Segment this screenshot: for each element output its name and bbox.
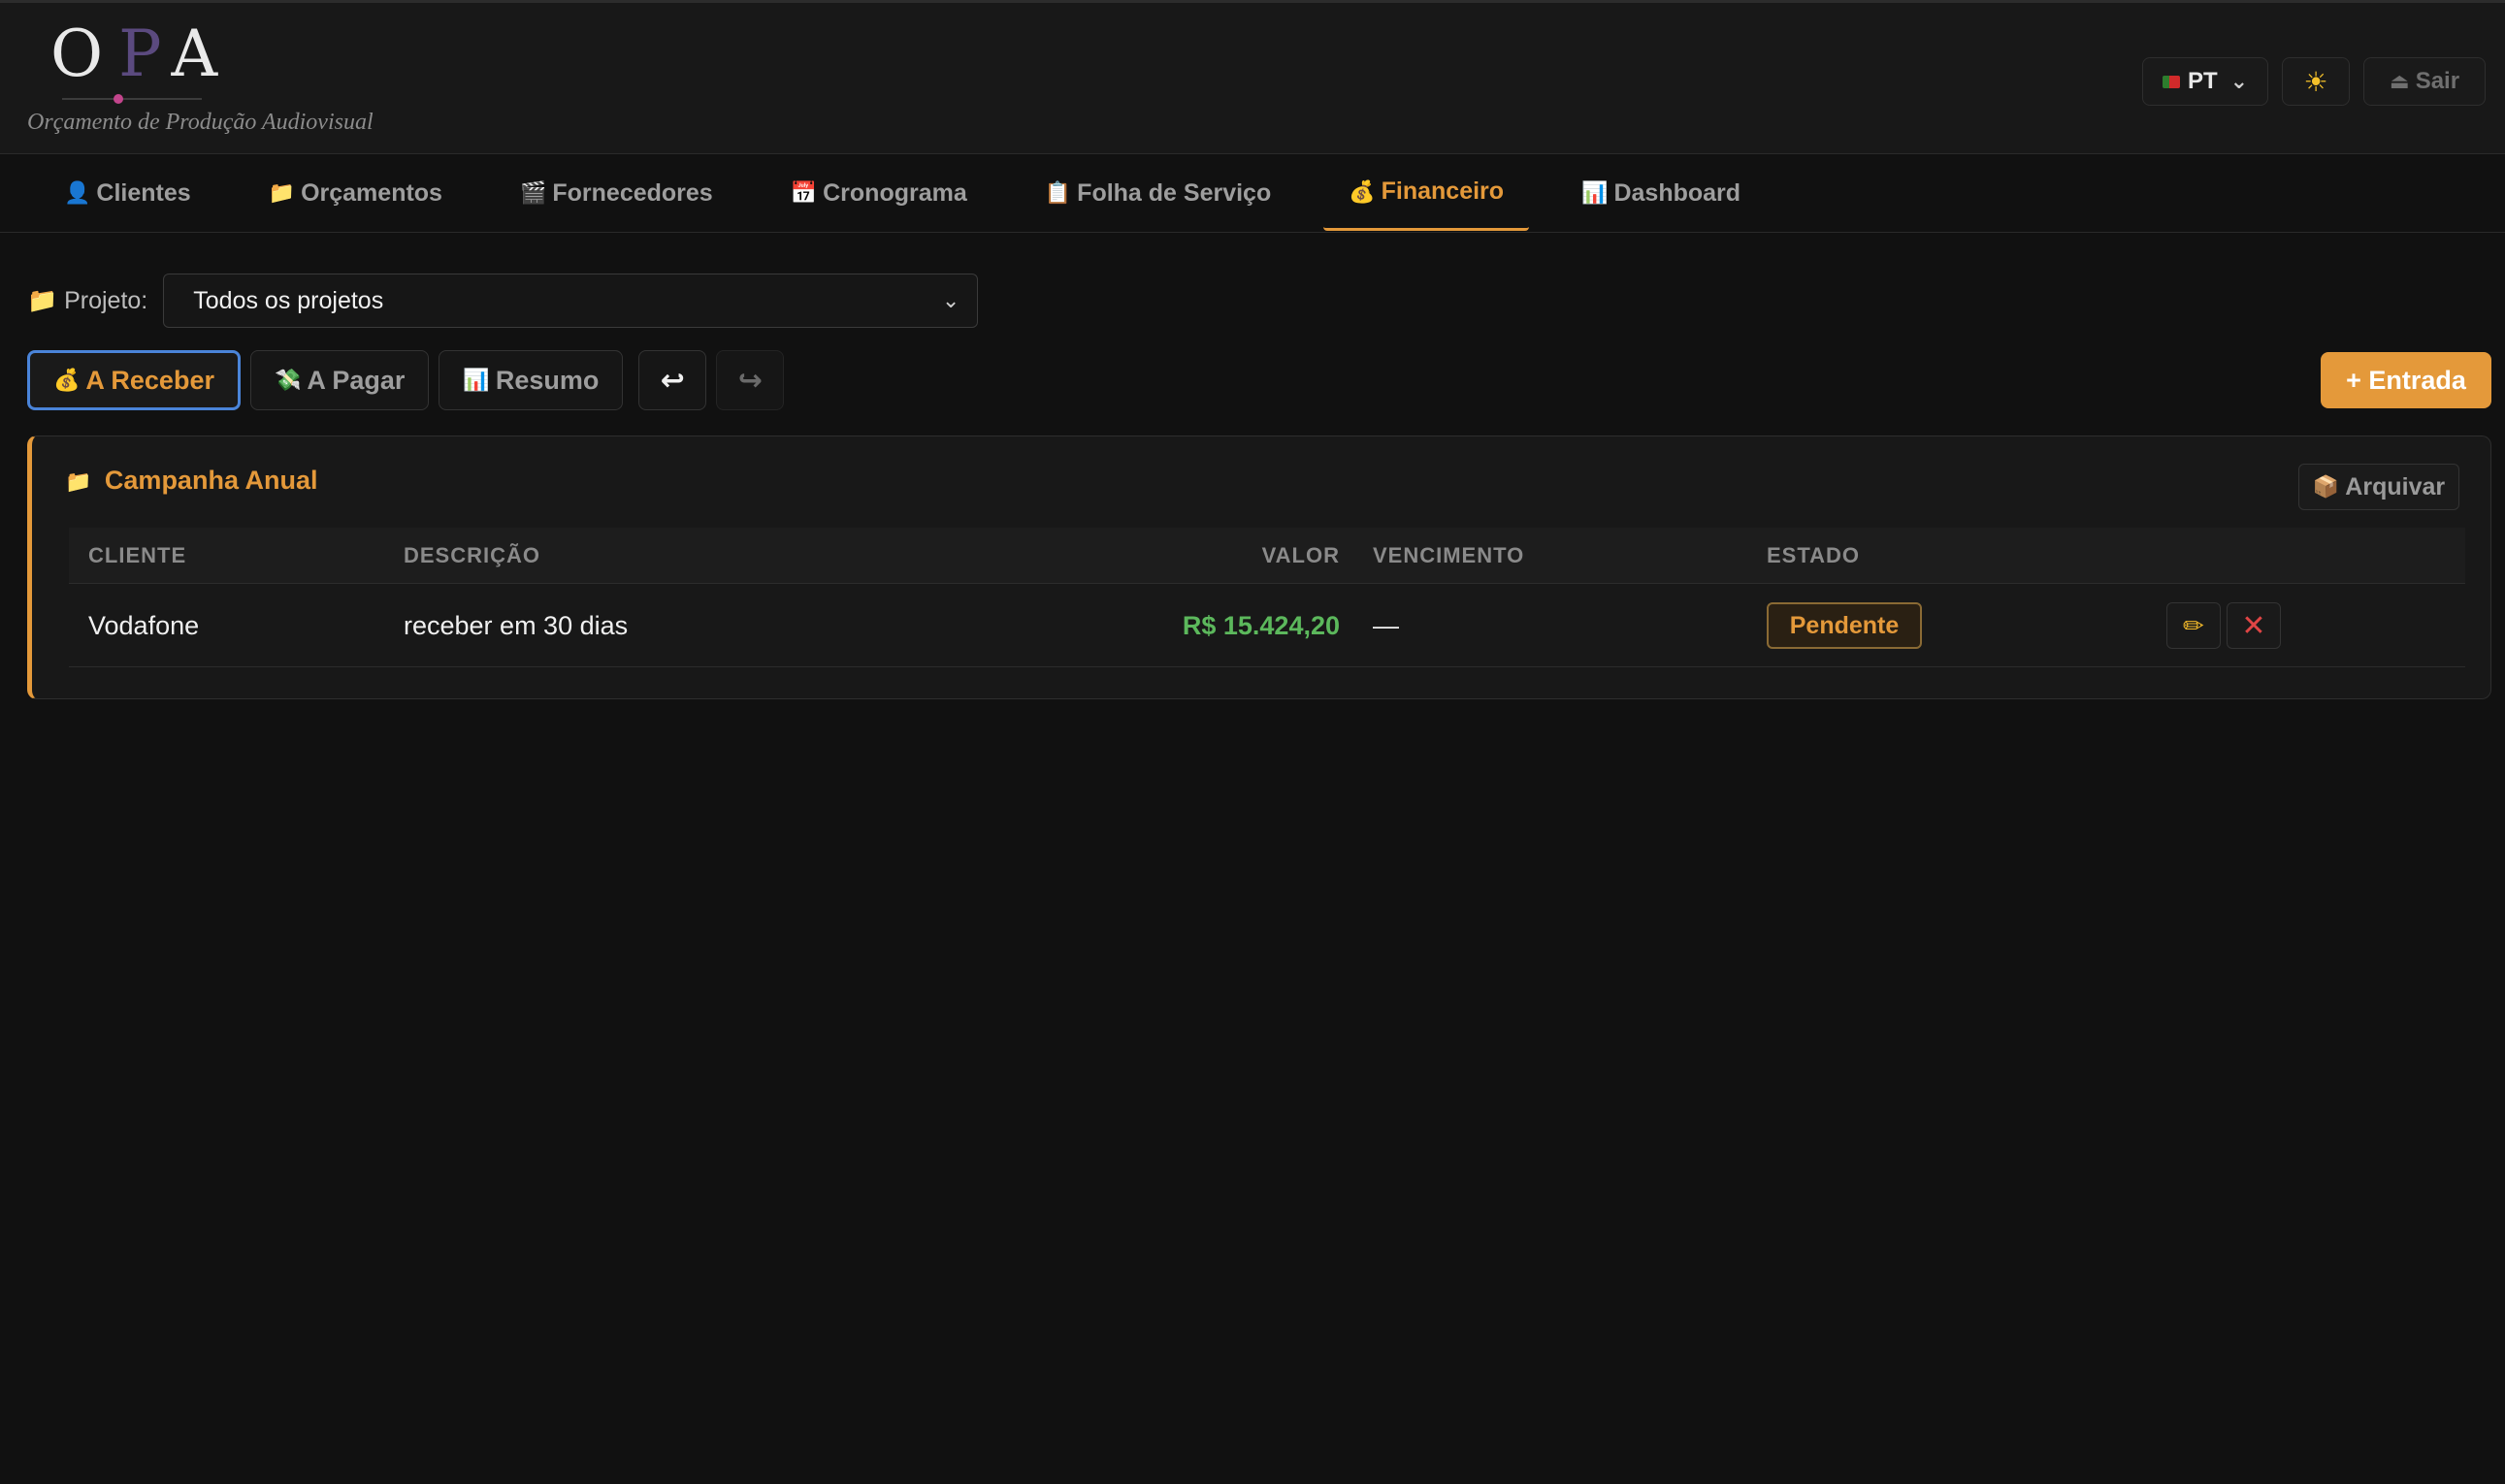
subtab-label: Resumo [495,365,600,395]
theme-toggle-button[interactable]: ☀ [2282,57,2350,106]
subtab-a-receber[interactable]: 💰 A Receber [27,350,241,410]
chevron-down-icon: ⌄ [941,288,960,312]
logout-label: Sair [2415,68,2460,94]
money-wings-icon: 💸 [274,368,302,392]
logo-letter-a: A [171,16,234,91]
logo-letter-p: P [118,16,172,91]
main-tabs: 👤 Clientes 📁 Orçamentos 🎬 Fornecedores 📅… [39,155,1793,233]
language-label: PT [2188,68,2218,94]
logout-button[interactable]: ⏏ Sair [2363,57,2486,106]
logo: OPA Orçamento de Produção Audiovisual [27,22,374,136]
tab-financeiro[interactable]: 💰 Financeiro [1323,155,1530,231]
tab-clientes[interactable]: 👤 Clientes [39,155,216,231]
add-entry-button[interactable]: + Entrada [2321,352,2491,408]
table-header: CLIENTE DESCRIÇÃO VALOR VENCIMENTO ESTAD… [69,528,2465,584]
logo-letter-o: O [50,16,119,91]
header: OPA Orçamento de Produção Audiovisual PT… [0,0,2505,154]
door-icon: ⏏ [2389,69,2410,93]
column-header-vencimento: VENCIMENTO [1373,542,1525,567]
logo-subtitle: Orçamento de Produção Audiovisual [27,110,374,135]
project-filter: 📁 Projeto: Todos os projetos ⌄ [27,274,979,328]
money-bag-icon: 💰 [53,368,81,392]
close-icon: ✕ [2241,609,2266,642]
receivables-table: CLIENTE DESCRIÇÃO VALOR VENCIMENTO ESTAD… [69,528,2465,667]
project-name: Campanha Anual [104,466,318,495]
project-card-title: 📁 Campanha Anual [65,466,317,496]
project-card: 📁 Campanha Anual 📦 Arquivar CLIENTE DESC… [27,436,2491,699]
folder-icon: 📁 [27,286,58,314]
logo-wordmark: OPA [27,22,233,86]
column-header-valor: VALOR [1261,542,1340,567]
project-filter-label: 📁 Projeto: [27,287,147,315]
redo-button[interactable]: ↪ [716,350,785,410]
portugal-flag-icon [2163,76,2180,89]
clipboard-icon: 📋 [1044,180,1072,205]
subtab-label: A Receber [85,365,214,395]
tab-label: Folha de Serviço [1077,178,1272,207]
delete-button[interactable]: ✕ [2227,602,2281,649]
project-select[interactable]: Todos os projetos ⌄ [163,274,979,328]
logo-dot [114,94,123,104]
subtab-a-pagar[interactable]: 💸 A Pagar [249,350,430,410]
tab-orcamentos[interactable]: 📁 Orçamentos [244,155,468,231]
cell-vencimento: — [1373,611,1399,640]
archive-button[interactable]: 📦 Arquivar [2298,464,2459,510]
sun-icon: ☀ [2303,66,2328,97]
chevron-down-icon: ⌄ [2229,69,2248,93]
package-icon: 📦 [2312,474,2340,499]
user-icon: 👤 [64,180,91,205]
tab-label: Clientes [96,178,191,207]
redo-icon: ↪ [737,364,763,397]
bar-chart-icon: 📊 [463,368,490,392]
header-actions: PT ⌄ ☀ ⏏ Sair [2142,57,2486,106]
column-header-cliente: CLIENTE [88,542,187,567]
cell-descricao: receber em 30 dias [404,611,629,640]
status-badge[interactable]: Pendente [1767,602,1922,649]
folder-icon: 📁 [268,180,296,205]
cell-valor: R$ 15.424,20 [1182,611,1340,640]
tab-label: Financeiro [1381,177,1505,205]
undo-icon: ↩ [660,364,685,397]
cell-cliente: Vodafone [88,611,200,640]
clapperboard-icon: 🎬 [519,180,547,205]
tabs-divider [0,232,2505,233]
tab-cronograma[interactable]: 📅 Cronograma [765,155,992,231]
tab-fornecedores[interactable]: 🎬 Fornecedores [495,155,738,231]
logo-divider [62,98,202,100]
language-select[interactable]: PT ⌄ [2142,57,2268,106]
calendar-icon: 📅 [790,180,818,205]
archive-label: Arquivar [2345,472,2446,500]
column-header-descricao: DESCRIÇÃO [404,542,541,567]
language-value: PT [2163,68,2218,95]
tab-label: Cronograma [823,178,967,207]
bar-chart-icon: 📊 [1581,180,1609,205]
folder-icon: 📁 [65,469,92,494]
app-root: OPA Orçamento de Produção Audiovisual PT… [0,0,2505,1484]
project-label-text: Projeto: [64,286,148,314]
project-select-value: Todos os projetos [193,286,384,314]
tab-label: Orçamentos [301,178,442,207]
tab-label: Fornecedores [552,178,713,207]
table-row: Vodafone receber em 30 dias R$ 15.424,20… [69,584,2465,667]
tab-label: Dashboard [1613,178,1741,207]
finance-subtabs: 💰 A Receber 💸 A Pagar 📊 Resumo ↩ ↪ [27,350,794,410]
undo-button[interactable]: ↩ [638,350,707,410]
money-bag-icon: 💰 [1349,178,1376,204]
pencil-icon: ✏ [2183,610,2204,640]
tab-folha-de-servico[interactable]: 📋 Folha de Serviço [1020,155,1296,231]
tab-dashboard[interactable]: 📊 Dashboard [1556,155,1766,231]
subtab-label: A Pagar [307,365,406,395]
subtab-resumo[interactable]: 📊 Resumo [439,350,624,410]
edit-button[interactable]: ✏ [2166,602,2221,649]
column-header-estado: ESTADO [1767,542,1861,567]
